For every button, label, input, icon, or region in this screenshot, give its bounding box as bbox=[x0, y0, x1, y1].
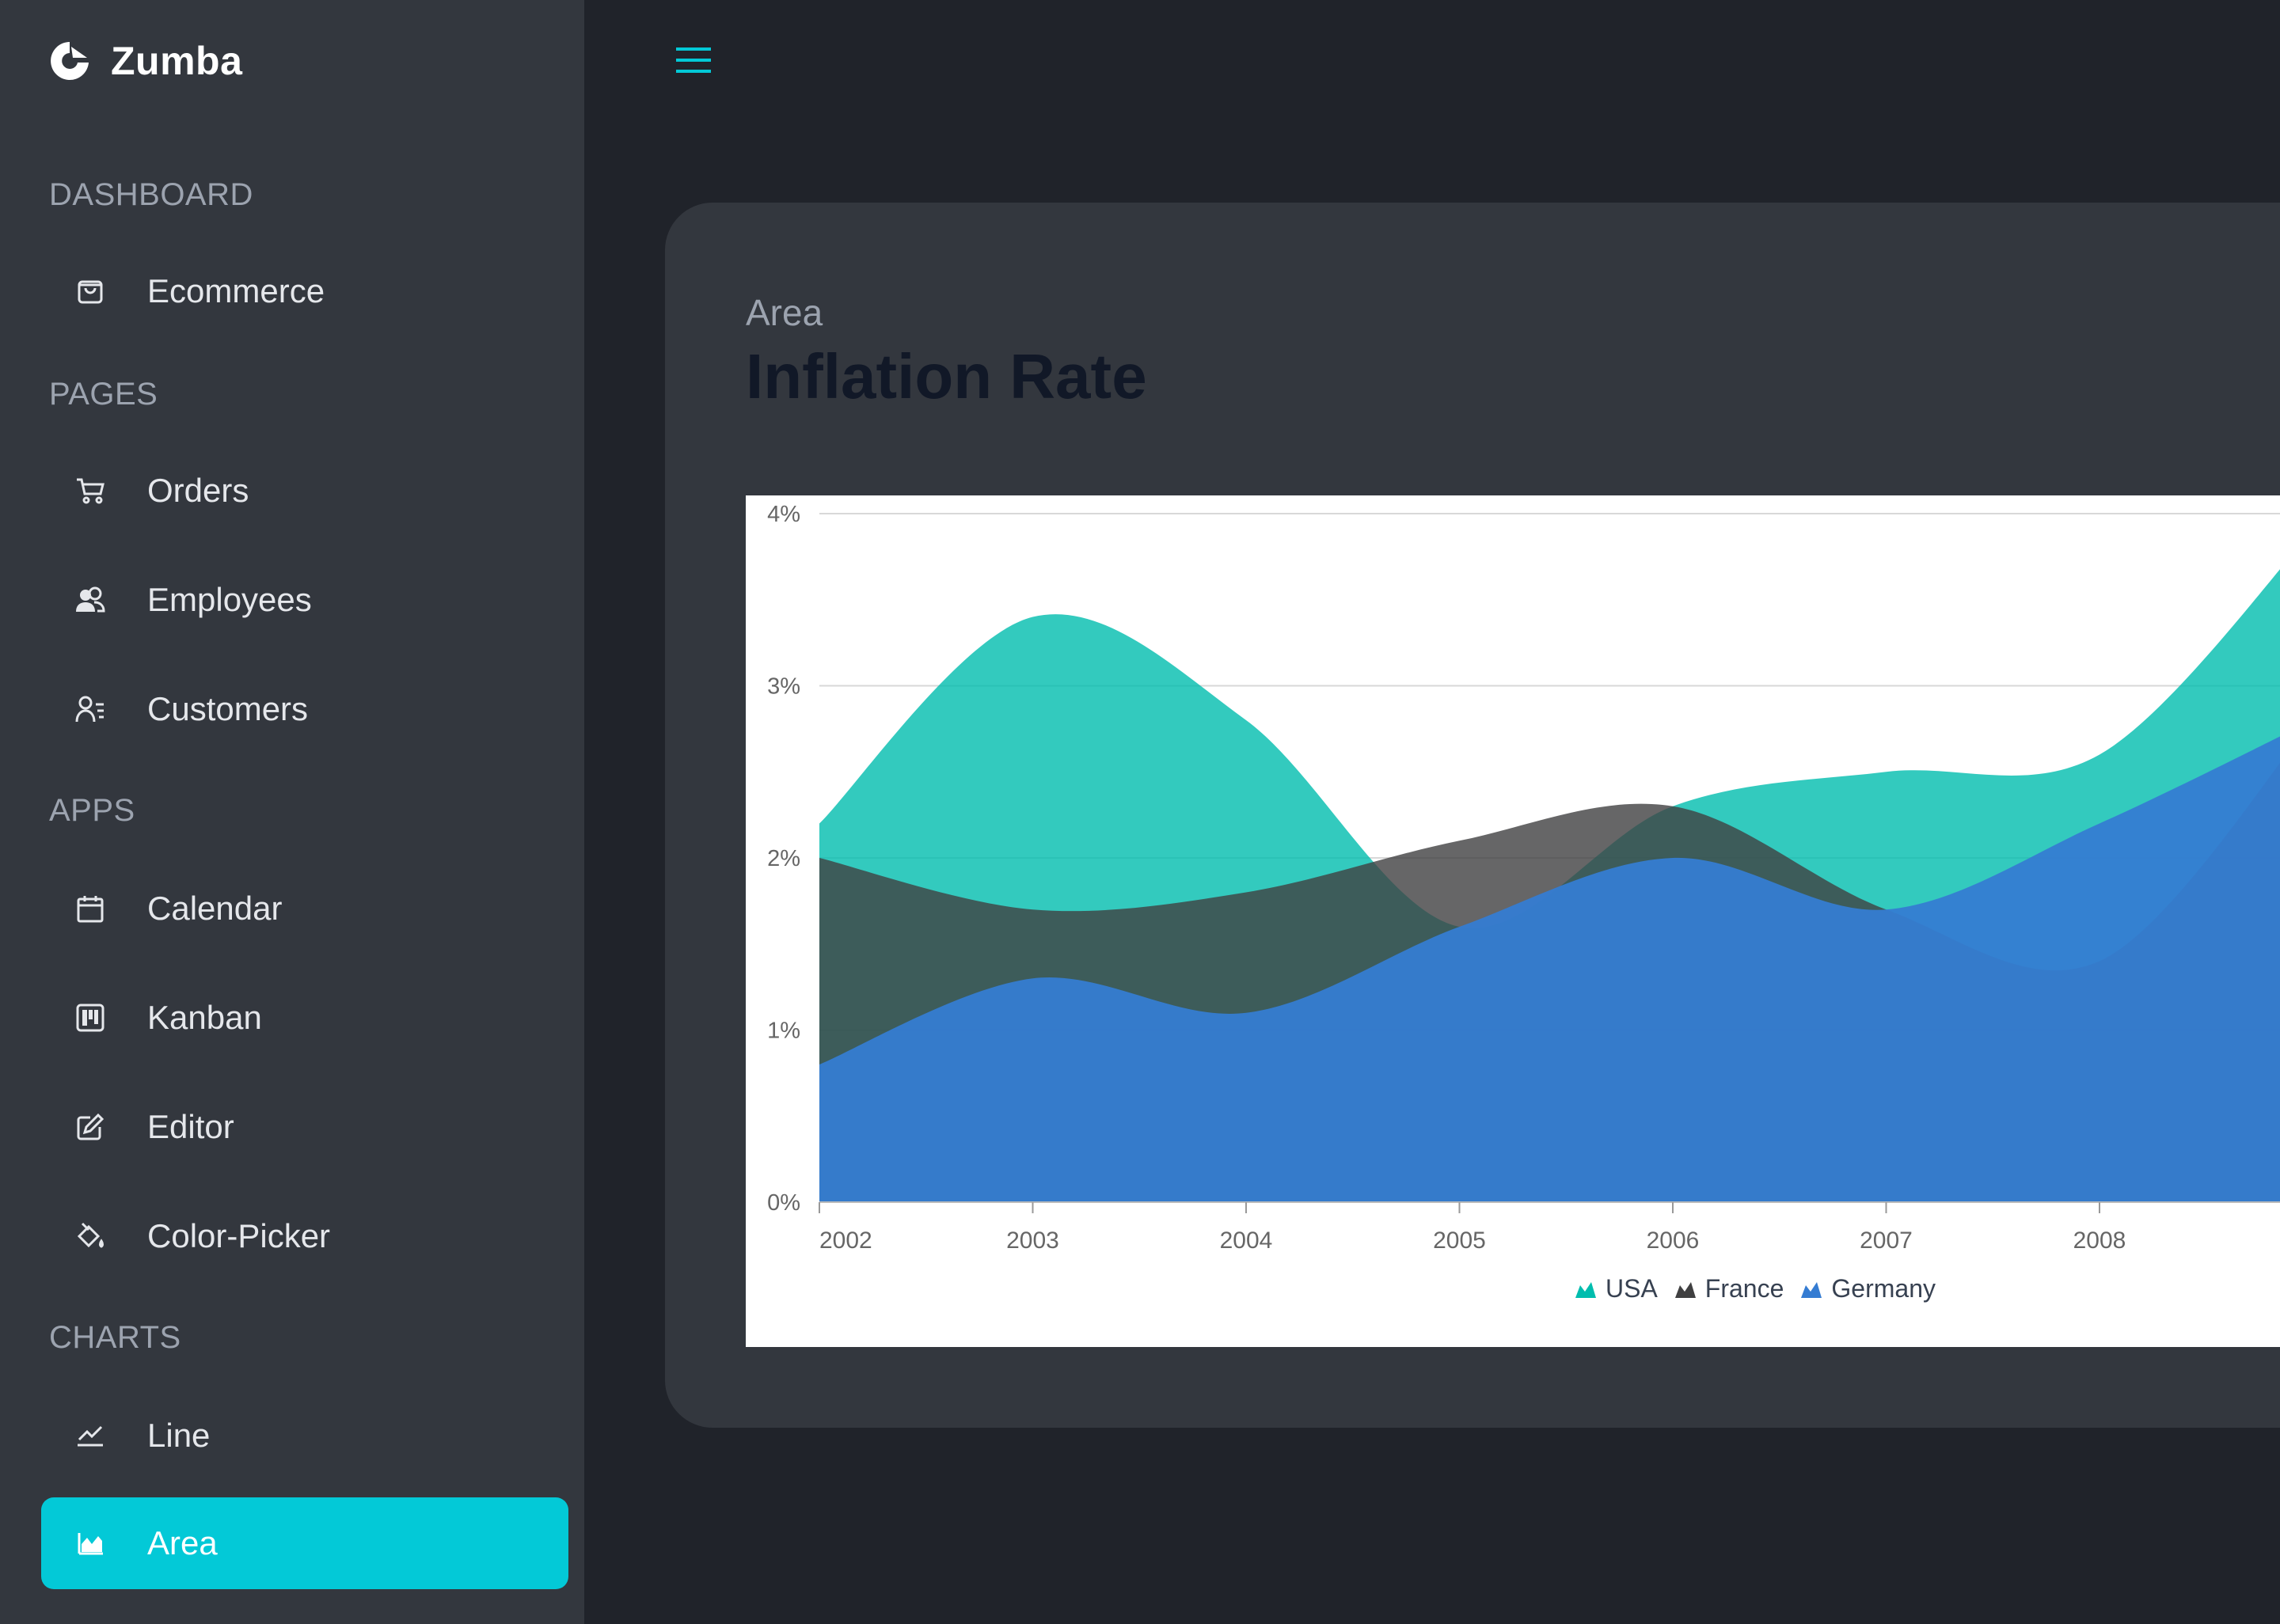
x-tick-label: 2002 bbox=[819, 1227, 872, 1254]
legend-item-france[interactable]: France bbox=[1674, 1274, 1784, 1303]
brand-logo-icon bbox=[51, 42, 89, 80]
x-tick-label: 2007 bbox=[1860, 1227, 1913, 1254]
brand-name: Zumba bbox=[111, 39, 243, 83]
x-tick-label: 2005 bbox=[1433, 1227, 1486, 1254]
brand[interactable]: Zumba bbox=[48, 35, 242, 87]
area-chart: 0% 1% 2% 3% 4% 2002 2003 2004 2005 2006 2007 2008 bbox=[767, 502, 2280, 1254]
section-title-charts: CHARTS bbox=[49, 1320, 181, 1355]
y-tick-label: 0% bbox=[767, 1190, 800, 1216]
sidebar-item-color-picker[interactable]: Color-Picker bbox=[41, 1190, 568, 1282]
area-chart-icon bbox=[74, 1527, 106, 1559]
legend-label: France bbox=[1704, 1274, 1784, 1303]
paint-bucket-icon bbox=[74, 1220, 106, 1252]
y-tick-label: 3% bbox=[767, 674, 800, 700]
sidebar-item-customers[interactable]: Customers bbox=[41, 663, 568, 755]
legend-item-usa[interactable]: USA bbox=[1574, 1274, 1658, 1303]
y-tick-label: 1% bbox=[767, 1019, 800, 1044]
line-chart-icon bbox=[74, 1420, 106, 1451]
sidebar-item-orders[interactable]: Orders bbox=[41, 445, 568, 537]
y-tick-label: 4% bbox=[767, 502, 800, 527]
x-tick-label: 2004 bbox=[1220, 1227, 1273, 1254]
x-tick-label: 2003 bbox=[1006, 1227, 1059, 1254]
legend-area-icon bbox=[1575, 1281, 1596, 1298]
section-title-apps: APPS bbox=[49, 793, 135, 828]
section-title-pages: PAGES bbox=[49, 377, 158, 412]
sidebar-item-label: Calendar bbox=[147, 890, 283, 927]
chart-legend: USA France Germany bbox=[1574, 1274, 1936, 1303]
legend-area-icon bbox=[1801, 1281, 1822, 1298]
sidebar-item-label: Editor bbox=[147, 1108, 234, 1145]
employees-icon bbox=[74, 584, 106, 616]
sidebar-item-label: Ecommerce bbox=[147, 272, 325, 309]
legend-item-germany[interactable]: Germany bbox=[1799, 1274, 1936, 1303]
sidebar-item-line[interactable]: Line bbox=[41, 1390, 568, 1482]
card-title: Inflation Rate bbox=[746, 341, 1147, 412]
sidebar-item-label: Area bbox=[147, 1524, 218, 1561]
sidebar-item-label: Line bbox=[147, 1417, 211, 1454]
sidebar-item-editor[interactable]: Editor bbox=[41, 1081, 568, 1173]
sidebar-item-kanban[interactable]: Kanban bbox=[41, 972, 568, 1064]
sidebar-item-label: Kanban bbox=[147, 999, 262, 1036]
edit-icon bbox=[74, 1111, 106, 1143]
sidebar-item-label: Customers bbox=[147, 690, 309, 727]
sidebar-item-label: Employees bbox=[147, 581, 312, 618]
legend-area-icon bbox=[1674, 1281, 1696, 1298]
hamburger-menu-icon bbox=[676, 47, 711, 73]
sidebar: Zumba DASHBOARD Ecommerce PAGES Orders E… bbox=[0, 0, 584, 1624]
calendar-icon bbox=[74, 893, 106, 924]
menu-toggle-button[interactable] bbox=[674, 41, 712, 79]
y-tick-label: 2% bbox=[767, 846, 800, 871]
card-category: Area bbox=[746, 292, 823, 333]
kanban-icon bbox=[74, 1002, 106, 1034]
shopping-bag-icon bbox=[74, 275, 106, 307]
legend-label: USA bbox=[1606, 1274, 1658, 1303]
sidebar-item-calendar[interactable]: Calendar bbox=[41, 863, 568, 954]
x-tick-label: 2008 bbox=[2073, 1227, 2126, 1254]
chart-panel: 0% 1% 2% 3% 4% 2002 2003 2004 2005 2006 2007 2008 bbox=[746, 495, 2280, 1347]
x-tick-label: 2006 bbox=[1647, 1227, 1700, 1254]
sidebar-item-label: Orders bbox=[147, 472, 249, 509]
sidebar-item-area[interactable]: Area bbox=[41, 1497, 568, 1589]
sidebar-item-ecommerce[interactable]: Ecommerce bbox=[41, 245, 568, 337]
sidebar-item-label: Color-Picker bbox=[147, 1217, 331, 1254]
cart-icon bbox=[74, 475, 106, 507]
legend-label: Germany bbox=[1831, 1274, 1936, 1303]
customers-icon bbox=[74, 693, 106, 725]
sidebar-item-employees[interactable]: Employees bbox=[41, 554, 568, 646]
section-title-dashboard: DASHBOARD bbox=[49, 177, 253, 212]
